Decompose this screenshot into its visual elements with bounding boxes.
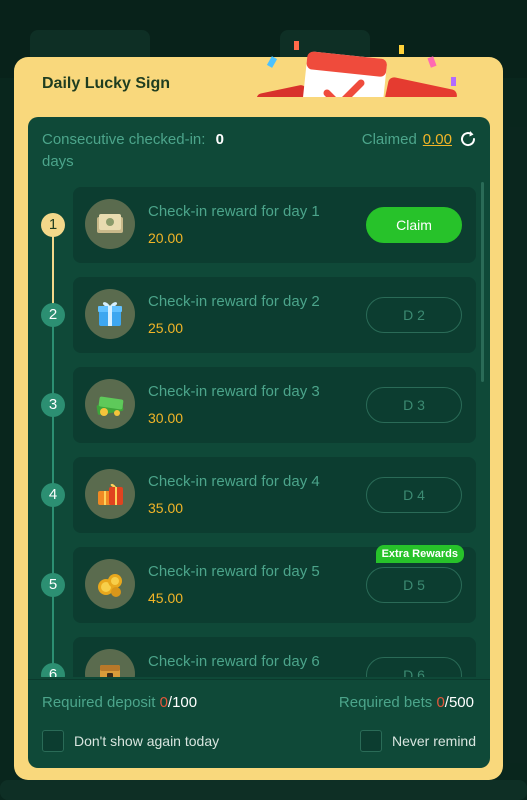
modal-content-panel: Consecutive checked-in: 0 days Claimed 0… <box>28 117 490 768</box>
reward-card: Check-in reward for day 2 25.00 D 2 <box>73 277 476 353</box>
step-number: 3 <box>41 393 65 417</box>
dont-show-label: Don't show again today <box>74 733 220 749</box>
claim-button[interactable]: Claim <box>366 207 462 243</box>
refresh-icon[interactable] <box>458 129 478 149</box>
day-button-5[interactable]: D 5 <box>366 567 462 603</box>
dont-show-today-checkbox[interactable]: Don't show again today <box>42 730 219 752</box>
reward-card: Check-in reward for day 1 20.00 Claim <box>73 187 476 263</box>
reward-row-day-3: 3 Check-in reward for day 3 30.00 D 3 <box>28 367 490 443</box>
day-button-2[interactable]: D 2 <box>366 297 462 333</box>
claimed-value[interactable]: 0.00 <box>423 131 452 148</box>
list-scrollbar[interactable] <box>481 182 484 382</box>
bets-label: Required bets <box>338 694 437 711</box>
never-remind-checkbox[interactable]: Never remind <box>359 730 476 752</box>
reward-card: Check-in reward for day 6 D 6 <box>73 637 476 677</box>
reward-row-day-5: 5 Check-in reward for day 5 45.00 D 5 Ex… <box>28 545 490 623</box>
reward-card: Check-in reward for day 3 30.00 D 3 <box>73 367 476 443</box>
consecutive-unit: days <box>42 153 74 170</box>
step-number: 4 <box>41 483 65 507</box>
never-remind-label: Never remind <box>391 733 476 749</box>
reward-card: Check-in reward for day 4 35.00 D 4 <box>73 457 476 533</box>
daily-lucky-sign-modal: Daily Lucky Sign Consecutive checked-in:… <box>14 41 503 780</box>
consecutive-value: 0 <box>215 131 224 148</box>
deposit-label: Required deposit <box>42 694 160 711</box>
modal-title: Daily Lucky Sign <box>42 75 171 92</box>
day-button-6[interactable]: D 6 <box>366 657 462 677</box>
required-deposit: Required deposit 0/100 <box>42 694 197 711</box>
reward-title: Check-in reward for day 4 <box>148 473 320 490</box>
reward-row-day-1: 1 Check-in reward for day 1 20.00 Claim <box>28 187 490 263</box>
reward-amount: 25.00 <box>148 320 184 336</box>
reward-title: Check-in reward for day 6 <box>148 653 320 670</box>
reward-row-day-2: 2 Check-in reward for day 2 25.00 D 2 <box>28 277 490 353</box>
gift-box-icon <box>85 289 135 339</box>
step-number: 5 <box>41 573 65 597</box>
checkin-reward-list[interactable]: 1 Check-in reward for day 1 20.00 Claim … <box>28 177 490 677</box>
modal-footer: Required deposit 0/100 Required bets 0/5… <box>28 679 490 768</box>
reward-title: Check-in reward for day 2 <box>148 293 320 310</box>
money-pile-icon <box>85 379 135 429</box>
extra-rewards-badge: Extra Rewards <box>375 545 464 563</box>
deposit-total: /100 <box>167 694 198 711</box>
reward-title: Check-in reward for day 1 <box>148 203 320 220</box>
checkbox-box[interactable] <box>359 730 382 752</box>
reward-amount: 30.00 <box>148 410 184 426</box>
claimed-info: Claimed 0.00 <box>362 129 478 149</box>
reward-row-day-4: 4 Check-in reward for day 4 35.00 D 4 <box>28 457 490 533</box>
cash-stack-icon <box>85 199 135 249</box>
treasure-chest-icon <box>85 649 135 677</box>
step-number: 2 <box>41 303 65 327</box>
step-number: 1 <box>41 213 65 237</box>
bets-current: 0 <box>436 694 445 711</box>
step-number: 6 <box>41 663 65 677</box>
required-bets: Required bets 0/500 <box>339 694 474 711</box>
deposit-current: 0 <box>159 694 168 711</box>
gift-set-icon <box>85 469 135 519</box>
bets-total: /500 <box>444 694 474 711</box>
day-button-4[interactable]: D 4 <box>366 477 462 513</box>
reward-title: Check-in reward for day 3 <box>148 383 320 400</box>
reward-amount: 35.00 <box>148 500 184 516</box>
claimed-label: Claimed <box>361 130 417 148</box>
gold-coins-icon <box>85 559 135 609</box>
consecutive-label: Consecutive checked-in: <box>42 131 210 148</box>
consecutive-checkin-info: Consecutive checked-in: 0 days <box>42 129 272 173</box>
reward-row-day-6: 6 Check-in reward for day 6 D 6 <box>28 637 490 677</box>
reward-card: Check-in reward for day 5 45.00 D 5 Extr… <box>73 545 476 623</box>
reward-title: Check-in reward for day 5 <box>148 563 320 580</box>
day-button-3[interactable]: D 3 <box>366 387 462 423</box>
reward-amount: 20.00 <box>148 230 184 246</box>
reward-amount: 45.00 <box>148 590 184 606</box>
checkbox-box[interactable] <box>42 730 64 752</box>
